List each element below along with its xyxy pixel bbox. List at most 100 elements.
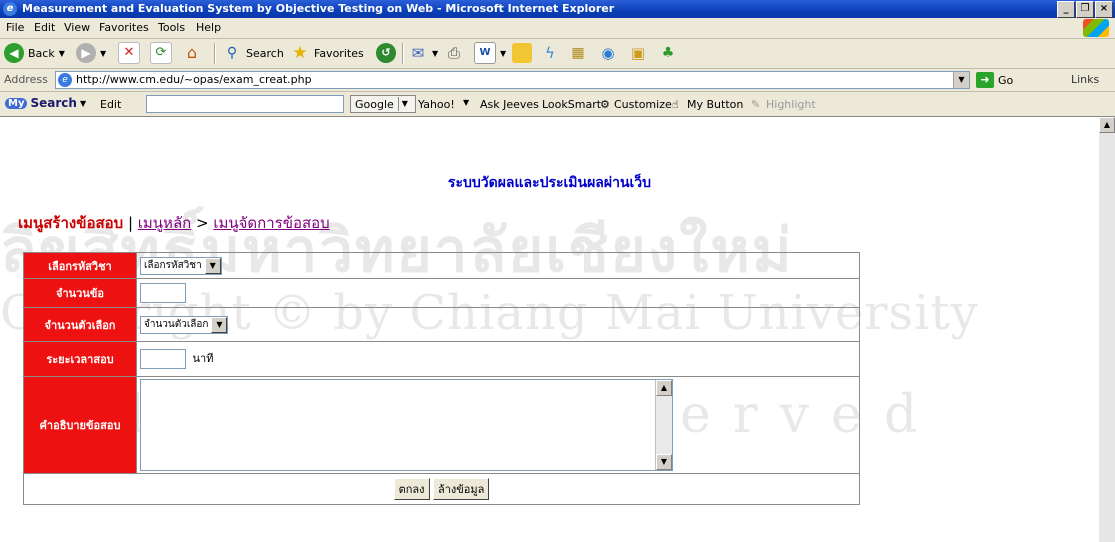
customize-button[interactable]: Customize bbox=[614, 98, 672, 111]
go-label: Go bbox=[998, 73, 1014, 87]
highlight-button[interactable]: Highlight bbox=[766, 98, 816, 111]
submit-button[interactable]: ตกลง bbox=[393, 478, 430, 500]
looksmart-button[interactable]: LookSmart bbox=[542, 98, 601, 111]
breadcrumb: เมนูสร้างข้อสอบ | เมนูหลัก > เมนูจัดการข… bbox=[18, 211, 330, 235]
back-button[interactable]: ◀ Back ▼ bbox=[4, 42, 65, 64]
folder-button[interactable] bbox=[512, 42, 532, 64]
duration-input[interactable] bbox=[140, 349, 186, 369]
search-label: Search bbox=[246, 46, 284, 60]
count-label: จำนวนข้อ bbox=[23, 278, 137, 308]
search-button[interactable]: ⚲ Search bbox=[222, 42, 284, 64]
page-scrollbar[interactable]: ▲ bbox=[1099, 117, 1115, 542]
chevron-down-icon: ▼ bbox=[211, 316, 228, 333]
textarea-scrollbar[interactable]: ▲ ▼ bbox=[655, 380, 672, 470]
standard-toolbar: ◀ Back ▼ ▶ ▼ ✕ ⟳ ⌂ ⚲ Search ★ Favorites … bbox=[0, 39, 1115, 69]
breadcrumb-separator: | bbox=[123, 214, 138, 232]
address-input[interactable]: e http://www.cm.edu/~opas/exam_creat.php… bbox=[55, 71, 970, 89]
choices-select[interactable]: จำนวนตัวเลือก ▼ bbox=[140, 315, 229, 334]
menu-tools[interactable]: Tools bbox=[158, 21, 185, 34]
clipboard-icon: ▣ bbox=[630, 44, 646, 62]
address-bar: Address e http://www.cm.edu/~opas/exam_c… bbox=[0, 69, 1115, 92]
home-button[interactable]: ⌂ bbox=[182, 42, 202, 64]
menu-view[interactable]: View bbox=[64, 21, 90, 34]
favorites-button[interactable]: ★ Favorites bbox=[290, 42, 364, 64]
subject-select[interactable]: เลือกรหัสวิชา ▼ bbox=[140, 256, 222, 275]
print-button[interactable]: ⎙ bbox=[444, 42, 464, 64]
messenger-button[interactable]: ϟ bbox=[540, 42, 560, 64]
discuss-button[interactable]: ◉ bbox=[598, 42, 618, 64]
globe-icon: ◉ bbox=[601, 44, 615, 62]
folder-icon bbox=[512, 43, 532, 63]
page-heading: ระบบวัดผลและประเมินผลผ่านเว็บ bbox=[447, 175, 652, 191]
highlight-icon: ✎ bbox=[751, 98, 761, 111]
back-label: Back bbox=[28, 46, 55, 60]
minimize-button[interactable]: _ bbox=[1057, 1, 1075, 18]
messenger-people-button[interactable]: ♣ bbox=[658, 42, 678, 64]
subject-label: เลือกรหัสวิชา bbox=[23, 252, 137, 279]
maximize-button[interactable]: ❐ bbox=[1076, 1, 1094, 18]
scroll-up-icon[interactable]: ▲ bbox=[1099, 117, 1115, 133]
askjeeves-button[interactable]: Ask Jeeves bbox=[480, 98, 539, 111]
search-edit-label[interactable]: Edit bbox=[100, 98, 121, 111]
close-button[interactable]: × bbox=[1095, 1, 1113, 18]
chevron-down-icon: ▼ bbox=[58, 48, 65, 58]
yahoo-button[interactable]: Yahoo! bbox=[418, 98, 455, 111]
mysearch-button[interactable]: My Search ▼ bbox=[5, 96, 86, 110]
window-title: Measurement and Evaluation System by Obj… bbox=[22, 2, 615, 15]
mybutton-button[interactable]: My Button bbox=[687, 98, 743, 111]
word-icon: W bbox=[474, 42, 496, 64]
forward-button[interactable]: ▶ ▼ bbox=[76, 42, 106, 64]
menu-help[interactable]: Help bbox=[196, 21, 221, 34]
chevron-down-icon: ▼ bbox=[204, 257, 221, 274]
duration-label: ระยะเวลาสอบ bbox=[23, 341, 137, 377]
reset-button[interactable]: ล้างข้อมูล bbox=[433, 478, 490, 500]
chevron-down-icon: ▼ bbox=[500, 48, 507, 58]
count-input[interactable] bbox=[140, 283, 186, 303]
ie-icon: e bbox=[3, 2, 17, 16]
address-label: Address bbox=[4, 73, 48, 86]
refresh-icon: ⟳ bbox=[150, 42, 172, 64]
page-icon: e bbox=[58, 73, 72, 87]
breadcrumb-home-link[interactable]: เมนูหลัก bbox=[138, 214, 191, 232]
clipboard-button[interactable]: ▣ bbox=[628, 42, 648, 64]
history-button[interactable]: ↺ bbox=[376, 42, 396, 64]
windows-logo-icon bbox=[1083, 19, 1109, 37]
research-button[interactable]: ▦ bbox=[568, 42, 588, 64]
search-input[interactable] bbox=[146, 95, 344, 113]
menu-file[interactable]: File bbox=[6, 21, 24, 34]
stop-icon: ✕ bbox=[118, 42, 140, 64]
stop-button[interactable]: ✕ bbox=[118, 42, 140, 64]
choices-label: จำนวนตัวเลือก bbox=[23, 307, 137, 342]
menu-edit[interactable]: Edit bbox=[34, 21, 55, 34]
refresh-button[interactable]: ⟳ bbox=[150, 42, 172, 64]
research-icon: ▦ bbox=[571, 45, 585, 61]
google-button[interactable]: Google ▼ bbox=[350, 95, 416, 113]
mysearch-logo-icon: My bbox=[5, 97, 28, 109]
lightning-icon: ϟ bbox=[545, 44, 555, 62]
mail-icon: ✉ bbox=[411, 44, 425, 62]
breadcrumb-manage-link[interactable]: เมนูจัดการข้อสอบ bbox=[213, 214, 329, 232]
print-icon: ⎙ bbox=[447, 44, 460, 62]
chevron-down-icon[interactable]: ▼ bbox=[953, 72, 969, 88]
scroll-up-icon[interactable]: ▲ bbox=[656, 380, 672, 396]
exam-form: เลือกรหัสวิชา เลือกรหัสวิชา ▼ จำนวนข้อ จ… bbox=[23, 252, 860, 505]
edit-button[interactable]: W ▼ bbox=[474, 42, 506, 64]
google-label: Google bbox=[355, 97, 394, 111]
address-url[interactable]: http://www.cm.edu/~opas/exam_creat.php bbox=[76, 73, 312, 86]
scroll-down-icon[interactable]: ▼ bbox=[656, 454, 672, 470]
back-arrow-icon: ◀ bbox=[4, 43, 24, 63]
subject-select-value: เลือกรหัสวิชา bbox=[144, 260, 202, 271]
choices-select-value: จำนวนตัวเลือก bbox=[144, 319, 209, 330]
favorites-label: Favorites bbox=[314, 46, 364, 60]
description-textarea[interactable]: ▲ ▼ bbox=[140, 379, 673, 471]
chevron-down-icon: ▼ bbox=[432, 48, 439, 58]
go-button[interactable]: ➜ Go bbox=[976, 72, 1013, 88]
page-content: ลิขสิทธิ์มหาวิทยาลัยเชียงใหม่ Copyright … bbox=[0, 117, 1099, 542]
links-button[interactable]: Links bbox=[1071, 73, 1099, 86]
hand-icon: ☝ bbox=[672, 98, 679, 111]
duration-unit: นาที bbox=[192, 352, 214, 365]
menu-bar: File Edit View Favorites Tools Help bbox=[0, 18, 1115, 39]
menu-favorites[interactable]: Favorites bbox=[99, 21, 149, 34]
mail-button[interactable]: ✉ ▼ bbox=[408, 42, 438, 64]
forward-arrow-icon: ▶ bbox=[76, 43, 96, 63]
